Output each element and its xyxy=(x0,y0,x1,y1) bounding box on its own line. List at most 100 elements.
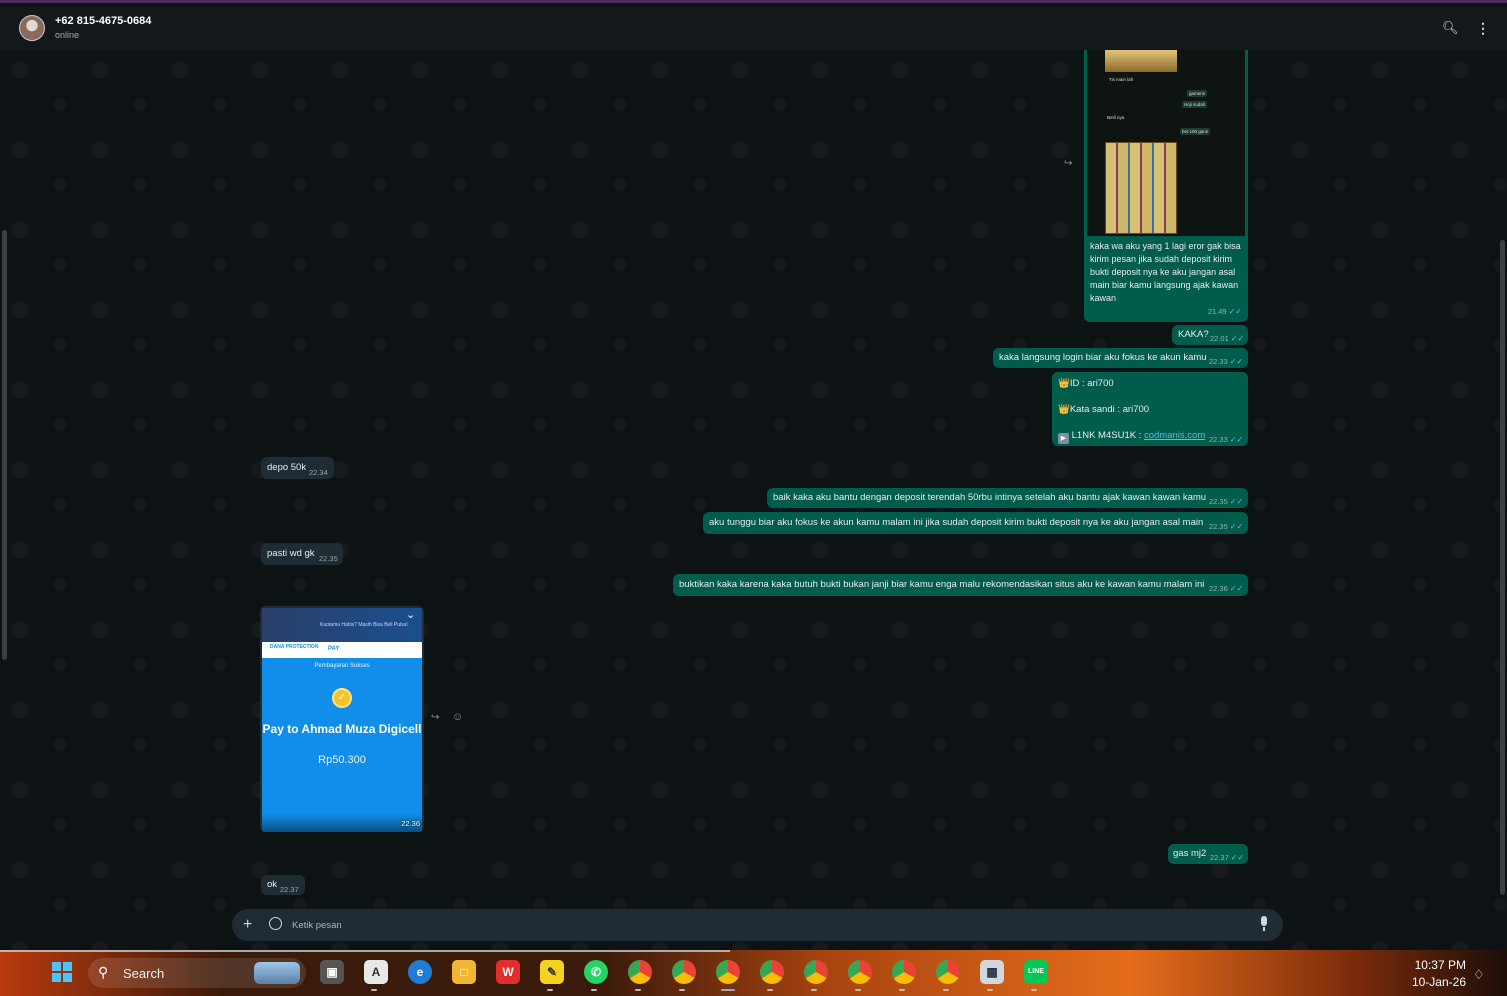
running-indicator xyxy=(1031,989,1037,991)
pay-logo: PAY xyxy=(328,646,340,652)
slot-banner-image xyxy=(1105,50,1177,72)
outgoing-message[interactable]: baik kaka aku bantu dengan deposit teren… xyxy=(767,488,1248,508)
outgoing-message[interactable]: gas mj2 22.37 ✓✓ xyxy=(1168,844,1248,864)
active-indicator xyxy=(721,989,735,991)
outgoing-message[interactable]: buktikan kaka karena kaka butuh bukti bu… xyxy=(673,574,1248,596)
read-receipt-icon: ✓✓ xyxy=(1229,357,1244,366)
chrome-profile-icon[interactable] xyxy=(760,960,784,984)
chrome-profile-icon[interactable] xyxy=(716,960,740,984)
message-text: buktikan kaka karena kaka butuh bukti bu… xyxy=(679,579,1205,590)
chat-scrollbar[interactable] xyxy=(1500,240,1505,895)
message-text: aku tunggu biar aku fokus ke akun kamu m… xyxy=(709,517,1204,528)
message-time: 21.49 ✓✓ xyxy=(1207,307,1242,316)
incoming-message[interactable]: depo 50k 22.34 xyxy=(261,457,334,479)
message-text: KAKA? xyxy=(1178,329,1209,340)
outgoing-message[interactable]: KAKA? 22.01 ✓✓ xyxy=(1172,325,1248,345)
running-indicator xyxy=(635,989,641,991)
search-icon[interactable]: 🔍︎ xyxy=(1442,20,1459,36)
message-time: 22.35 xyxy=(1209,497,1228,506)
attach-plus-icon[interactable]: + xyxy=(243,915,252,935)
search-icon: ⚲ xyxy=(98,964,109,980)
message-text: 👑ID : ari700 xyxy=(1058,378,1114,389)
clock-time[interactable]: 10:37 PM xyxy=(1400,958,1466,972)
message-text: baik kaka aku bantu dengan deposit teren… xyxy=(773,492,1207,503)
notification-bell-icon[interactable]: ♢ xyxy=(1473,967,1485,983)
image-message[interactable]: Tis main lah gamenn Hoji sudah Betil nya… xyxy=(1084,50,1248,322)
taskbar-search-label: Search xyxy=(123,966,165,981)
forward-icon[interactable]: ↪ xyxy=(431,712,439,723)
read-receipt-icon: ✓✓ xyxy=(1228,307,1242,316)
outgoing-message-credentials[interactable]: 👑ID : ari700 👑Kata sandi : ari700 ▶ L1NK… xyxy=(1052,372,1248,446)
forward-icon[interactable]: ↪ xyxy=(1064,158,1072,169)
payment-amount: Rp50.300 xyxy=(318,754,366,766)
chrome-profile-icon[interactable] xyxy=(804,960,828,984)
check-coin-icon: ✓ xyxy=(332,688,352,708)
message-time: 22.35 xyxy=(1209,522,1228,531)
message-time: 22.33 xyxy=(1209,435,1228,444)
receipt-body: Pembayaran Sukses ✓ Pay to Ahmad Muza Di… xyxy=(262,658,422,832)
clock-date[interactable]: 10-Jan-26 xyxy=(1400,975,1466,989)
task-view-icon[interactable]: ▣ xyxy=(320,960,344,984)
windows-taskbar: ⚲ Search ▣ A e □ W ✎ ✆ ▩ LINE 10:37 PM 1… xyxy=(0,950,1507,996)
dana-protection-logo: DANA PROTECTION xyxy=(270,644,319,650)
chrome-profile-icon[interactable] xyxy=(892,960,916,984)
line-app-icon[interactable]: LINE xyxy=(1024,960,1048,984)
incoming-message[interactable]: ok 22.37 xyxy=(261,875,305,895)
chevron-down-icon[interactable]: ⌄ xyxy=(406,608,415,621)
outgoing-message[interactable]: aku tunggu biar aku fokus ke akun kamu m… xyxy=(703,512,1248,534)
payee-name: Pay to Ahmad Muza Digicell xyxy=(262,722,422,736)
contact-status: online xyxy=(55,30,80,40)
chrome-profile-icon[interactable] xyxy=(936,960,960,984)
receipt-top-banner: Kuotamu Habis? Masih Bisa Beli Pulsa! xyxy=(262,608,422,644)
sticker-icon[interactable] xyxy=(269,917,282,930)
link-label: L1NK M4SU1K : xyxy=(1071,430,1144,441)
chat-area[interactable]: ↪ Tis main lah gamenn Hoji sudah Betil n… xyxy=(0,50,1507,953)
read-receipt-icon: ✓✓ xyxy=(1230,334,1245,343)
outgoing-message[interactable]: kaka langsung login biar aku fokus ke ak… xyxy=(993,348,1248,368)
payment-receipt-image[interactable]: Kuotamu Habis? Masih Bisa Beli Pulsa! ⌄ … xyxy=(260,606,424,832)
running-indicator xyxy=(943,989,949,991)
running-indicator xyxy=(547,989,553,991)
message-time: 22.37 xyxy=(280,885,299,894)
slot-game-grid xyxy=(1105,142,1177,234)
message-time: 22.35 xyxy=(319,554,338,563)
contact-name[interactable]: +62 815-4675-0684 xyxy=(55,15,151,27)
banner-text: Kuotamu Habis? Masih Bisa Beli Pulsa! xyxy=(320,622,408,628)
chat-header: +62 815-4675-0684 online 🔍︎ ⋮ xyxy=(0,6,1507,50)
edge-icon[interactable]: e xyxy=(408,960,432,984)
message-time: 22.33 xyxy=(1209,357,1228,366)
app-window-icon[interactable]: ▩ xyxy=(980,960,1004,984)
screenshot-thumbnail[interactable]: Tis main lah gamenn Hoji sudah Betil nya… xyxy=(1087,50,1245,236)
file-explorer-icon[interactable]: □ xyxy=(452,960,476,984)
microphone-icon[interactable] xyxy=(1259,916,1269,932)
windows-start-icon[interactable] xyxy=(52,962,72,982)
chrome-profile-icon[interactable] xyxy=(848,960,872,984)
receipt-header-strip: DANA PROTECTION PAY xyxy=(262,642,422,658)
message-input[interactable] xyxy=(292,917,1192,933)
kebab-menu-icon[interactable]: ⋮ xyxy=(1476,20,1490,36)
message-text: 👑Kata sandi : ari700 xyxy=(1058,404,1150,415)
taskbar-search[interactable]: ⚲ Search xyxy=(88,958,306,988)
whatsapp-icon[interactable]: ✆ xyxy=(584,960,608,984)
message-text: kaka langsung login biar aku fokus ke ak… xyxy=(999,352,1207,363)
avatar[interactable] xyxy=(19,15,45,41)
wps-office-icon[interactable]: W xyxy=(496,960,520,984)
read-receipt-icon: ✓✓ xyxy=(1229,522,1244,531)
image-shadow xyxy=(262,814,422,832)
message-time: 22.36 xyxy=(1209,584,1228,593)
chrome-profile-icon[interactable] xyxy=(672,960,696,984)
message-time: 22.37 xyxy=(1210,853,1229,862)
sticky-notes-icon[interactable]: ✎ xyxy=(540,960,564,984)
chrome-profile-icon[interactable] xyxy=(628,960,652,984)
message-text: depo 50k xyxy=(267,462,307,473)
message-link[interactable]: codmanis.com xyxy=(1144,430,1205,441)
play-icon: ▶ xyxy=(1058,433,1069,444)
message-text: ok xyxy=(267,879,278,890)
incoming-message[interactable]: pasti wd gk 22.35 xyxy=(261,543,343,565)
message-time: 22.34 xyxy=(309,468,328,477)
running-indicator xyxy=(371,989,377,991)
emoji-react-icon[interactable]: ☺ xyxy=(452,711,463,723)
left-scrollbar[interactable] xyxy=(2,230,7,660)
image-caption: kaka wa aku yang 1 lagi eror gak bisa ki… xyxy=(1090,241,1241,303)
notepad-icon[interactable]: A xyxy=(364,960,388,984)
